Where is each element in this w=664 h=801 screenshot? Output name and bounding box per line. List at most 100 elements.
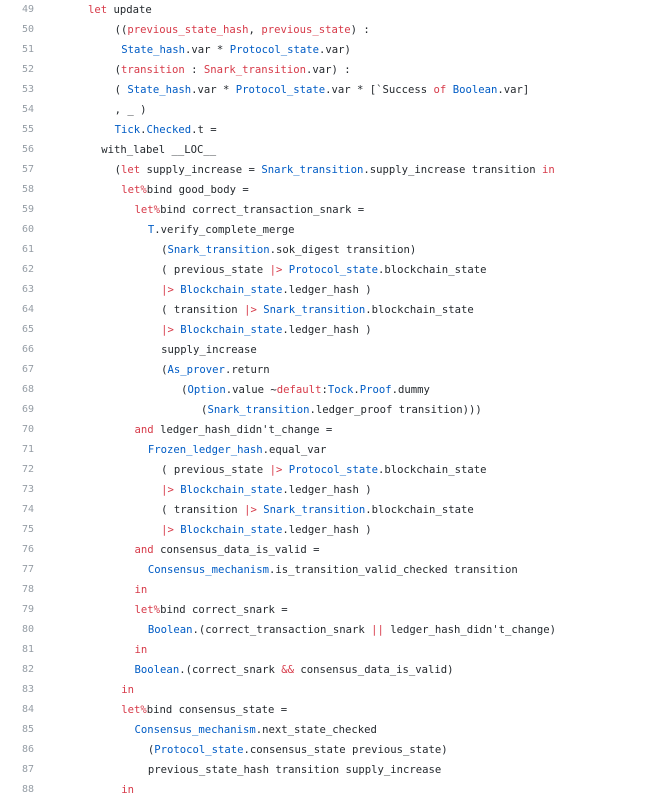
code-token: .ledger_hash ) <box>282 524 372 536</box>
code-token: .supply_increase transition <box>363 164 542 176</box>
code-line: 55 Tick.Checked.t = <box>0 120 664 140</box>
line-number: 54 <box>21 104 34 115</box>
code-text: Consensus_mechanism.next_state_checked <box>135 720 377 740</box>
module-token: Checked <box>146 124 192 136</box>
line-number: 65 <box>21 324 34 335</box>
keyword-token: Snark_transition <box>203 64 306 76</box>
keyword-token: and <box>134 424 154 436</box>
module-token: Boolean <box>134 664 180 676</box>
code-line: 70 and ledger_hash_didn't_change = <box>0 420 664 440</box>
code-text: , _ ) <box>115 100 147 120</box>
code-line: 58 let%bind good_body = <box>0 180 664 200</box>
code-line: 53 ( State_hash.var * Protocol_state.var … <box>0 80 664 100</box>
code-line: 76 and consensus_data_is_valid = <box>0 540 664 560</box>
module-token: Snark_transition <box>263 304 366 316</box>
keyword-token: in <box>121 784 135 796</box>
module-token: Frozen_ledger_hash <box>147 444 263 456</box>
code-token: .blockchain_state <box>378 464 487 476</box>
code-token: ) : <box>350 24 370 36</box>
keyword-token: let <box>120 164 141 176</box>
code-line: 65 |> Blockchain_state.ledger_hash ) <box>0 320 664 340</box>
line-number: 50 <box>21 24 34 35</box>
code-token: ( previous_state <box>161 464 270 476</box>
code-token: .var) : <box>305 64 351 76</box>
module-token: Blockchain_state <box>180 524 283 536</box>
code-line: 68 (Option.value ~default:Tock.Proof.dumm… <box>0 380 664 400</box>
code-token: previous_state_hash transition supply_in… <box>147 764 442 776</box>
code-token: .t = <box>191 124 217 136</box>
keyword-token: in <box>541 164 555 176</box>
code-token: .ledger_proof transition))) <box>309 404 482 416</box>
module-token: Tock <box>327 384 354 396</box>
line-number: 58 <box>21 184 34 195</box>
code-line: 67 (As_prover.return <box>0 360 664 380</box>
operator-token: |> <box>269 464 283 476</box>
module-token: Blockchain_state <box>180 284 283 296</box>
code-token: .var * <box>185 44 230 56</box>
line-number: 69 <box>21 404 34 415</box>
code-token: .var) <box>318 44 351 56</box>
module-token: Boolean <box>147 624 193 636</box>
code-text: (Option.value ~default:Tock.Proof.dummy <box>181 380 430 400</box>
operator-token: |> <box>161 484 174 496</box>
keyword-token: in <box>134 644 148 656</box>
operator-token: |> <box>269 264 283 276</box>
code-text: in <box>121 780 134 800</box>
module-token: Tick <box>114 124 141 136</box>
module-token: Blockchain_state <box>180 484 283 496</box>
keyword-token: previous_state <box>261 24 351 36</box>
code-token: consensus_data_is_valid) <box>294 664 454 676</box>
code-line: 56 with_label __LOC__ <box>0 140 664 160</box>
code-line: 81 in <box>0 640 664 660</box>
operator-token: |> <box>244 504 257 516</box>
code-line: 59 let%bind correct_transaction_snark = <box>0 200 664 220</box>
line-number: 62 <box>21 264 34 275</box>
line-number: 67 <box>21 364 34 375</box>
code-token: .sok_digest transition) <box>269 244 417 256</box>
code-text: supply_increase <box>161 340 257 360</box>
code-token: .blockchain_state <box>365 304 474 316</box>
code-text: ((previous_state_hash, previous_state) : <box>115 20 370 40</box>
code-line: 86 (Protocol_state.consensus_state previo… <box>0 740 664 760</box>
module-token: Snark_transition <box>261 164 364 176</box>
code-token: ledger_hash_didn't_change) <box>383 624 557 636</box>
line-number: 74 <box>21 504 34 515</box>
code-token: .ledger_hash ) <box>282 324 372 336</box>
code-text: with_label __LOC__ <box>101 140 216 160</box>
code-line: 50 ((previous_state_hash, previous_state)… <box>0 20 664 40</box>
code-token: supply_increase = <box>140 164 262 176</box>
code-line: 49 let update <box>0 0 664 20</box>
code-line: 84 let%bind consensus_state = <box>0 700 664 720</box>
code-text: |> Blockchain_state.ledger_hash ) <box>161 520 372 540</box>
line-number: 86 <box>21 744 34 755</box>
module-token: Consensus_mechanism <box>147 564 270 576</box>
code-token: update <box>107 4 152 16</box>
line-number: 53 <box>21 84 34 95</box>
code-line: 60 T.verify_complete_merge <box>0 220 664 240</box>
code-token: .is_transition_valid_checked transition <box>269 564 518 576</box>
line-number: 52 <box>21 64 34 75</box>
module-token: As_prover <box>167 364 225 376</box>
code-line: 63 |> Blockchain_state.ledger_hash ) <box>0 280 664 300</box>
line-number: 66 <box>21 344 34 355</box>
code-text: |> Blockchain_state.ledger_hash ) <box>161 320 372 340</box>
code-token: .(correct_transaction_snark <box>192 624 372 636</box>
operator-token: && <box>281 664 295 676</box>
code-text: (transition : Snark_transition.var) : <box>115 60 351 80</box>
code-text: ( transition |> Snark_transition.blockch… <box>161 300 474 320</box>
keyword-token: let% <box>134 204 161 216</box>
line-number: 84 <box>21 704 34 715</box>
code-token: ( previous_state <box>161 264 270 276</box>
line-number: 75 <box>21 524 34 535</box>
code-token: .blockchain_state <box>378 264 487 276</box>
module-token: Protocol_state <box>288 264 379 276</box>
code-text: (As_prover.return <box>161 360 269 380</box>
code-text: Boolean.(correct_snark && consensus_data… <box>135 660 454 680</box>
code-text: Frozen_ledger_hash.equal_var <box>148 440 327 460</box>
code-text: ( previous_state |> Protocol_state.block… <box>161 260 486 280</box>
operator-token: |> <box>161 524 174 536</box>
code-text: ( previous_state |> Protocol_state.block… <box>161 460 486 480</box>
code-text: let update <box>88 0 152 20</box>
code-text: previous_state_hash transition supply_in… <box>148 760 441 780</box>
code-line: 85 Consensus_mechanism.next_state_checked <box>0 720 664 740</box>
